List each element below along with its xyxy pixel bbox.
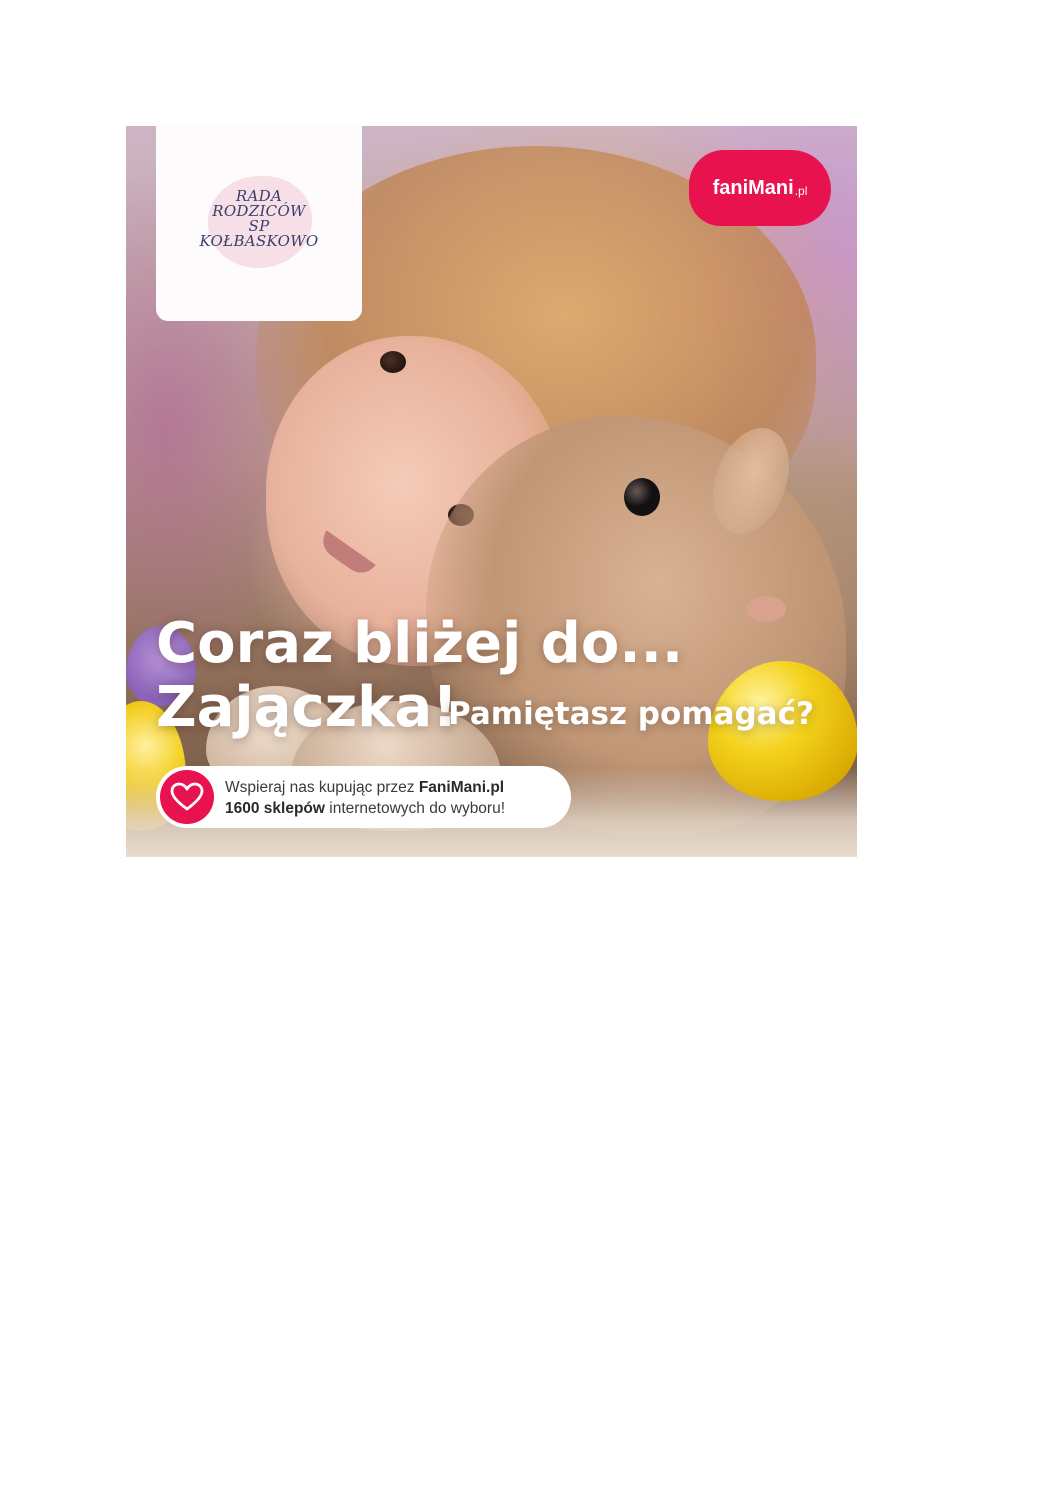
parents-council-logo: RADA RODZICÓW SP KOŁBASKOWO [156, 189, 362, 249]
heart-icon [160, 770, 214, 824]
support-text: Wspieraj nas kupując przez FaniMani.pl 1… [225, 777, 505, 819]
headline-line-3: Pamiętasz pomagać? [448, 696, 814, 732]
parents-council-logo-card: RADA RODZICÓW SP KOŁBASKOWO [156, 126, 362, 321]
headline-line-2: Zajączka! [156, 675, 458, 740]
fanimani-logo: faniMani .pl [689, 150, 831, 226]
support-line-2: 1600 sklepów internetowych do wyboru! [225, 798, 505, 819]
support-pill: Wspieraj nas kupując przez FaniMani.pl 1… [156, 766, 571, 828]
support-line-1-bold: FaniMani.pl [418, 779, 505, 796]
headline-line-1: Coraz bliżej do... [156, 611, 684, 676]
girl-eye-left [380, 351, 406, 373]
support-line-1: Wspieraj nas kupując przez FaniMani.pl [225, 777, 505, 798]
brand-name: faniMani [712, 176, 794, 199]
support-line-2-suffix: internetowych do wyboru! [324, 800, 506, 817]
rabbit-eye [624, 478, 660, 516]
support-line-1-prefix: Wspieraj nas kupując przez [225, 779, 419, 796]
easter-promo-banner: RADA RODZICÓW SP KOŁBASKOWO faniMani .pl… [126, 126, 857, 857]
brand-tld: .pl [794, 184, 808, 198]
support-line-2-bold: 1600 sklepów [225, 800, 325, 817]
rabbit-nose [746, 596, 786, 622]
logo-line-4: KOŁBASKOWO [199, 232, 319, 250]
